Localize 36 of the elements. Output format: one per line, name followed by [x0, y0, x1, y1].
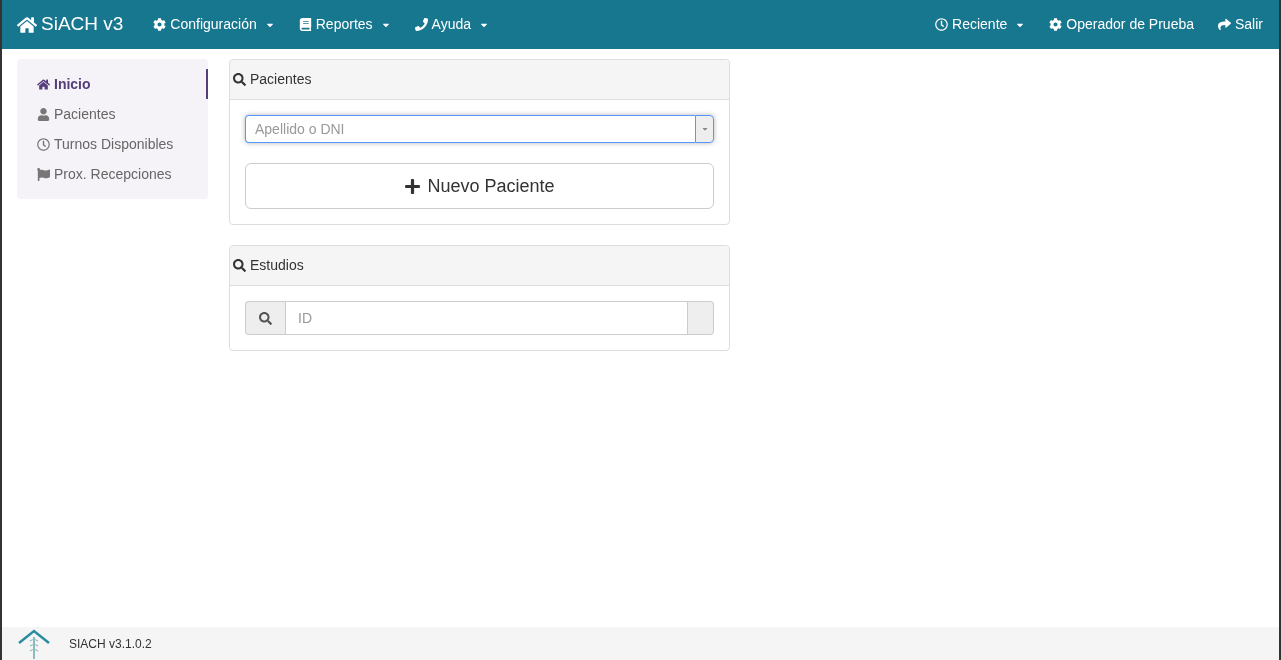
book-icon	[298, 18, 312, 31]
dropdown-toggle[interactable]	[695, 115, 714, 143]
sidebar-item[interactable]: Inicio	[17, 69, 208, 99]
nav-menu-item[interactable]: Operador de Prueba	[1037, 0, 1206, 49]
home-icon	[17, 14, 37, 35]
nav-menu-item[interactable]: Configuración	[141, 0, 287, 49]
house-caduceus-logo-icon	[17, 628, 51, 659]
panel-title: Estudios	[250, 256, 304, 275]
nav-menu-item[interactable]: Ayuda	[402, 0, 501, 49]
flag-icon	[37, 167, 50, 181]
home-icon	[37, 77, 50, 91]
clock-icon	[37, 137, 50, 151]
search-icon	[233, 259, 246, 272]
search-icon	[233, 73, 246, 86]
nav-menu-item[interactable]: Salir	[1206, 0, 1275, 49]
gear-icon	[1049, 18, 1063, 31]
nav-menu-item[interactable]: Reciente	[923, 0, 1038, 49]
user-icon	[37, 107, 50, 121]
phone-icon	[414, 18, 428, 31]
nav-menu-item[interactable]: Reportes	[286, 0, 403, 49]
sidebar-item[interactable]: Turnos Disponibles	[17, 129, 208, 159]
brand-link[interactable]: SiACH v3	[2, 0, 142, 49]
id-search-field[interactable]: ID	[285, 301, 688, 335]
input-addon	[688, 301, 714, 335]
share-arrow-icon	[1218, 18, 1231, 31]
clock-icon	[935, 18, 949, 31]
sidebar-item[interactable]: Pacientes	[17, 99, 208, 129]
caret-icon	[700, 125, 709, 133]
plus-icon	[404, 177, 422, 195]
new-patient-button[interactable]: Nuevo Paciente	[245, 163, 714, 209]
panel-title: Pacientes	[250, 70, 312, 89]
gear-icon	[153, 18, 167, 31]
search-icon	[259, 311, 272, 325]
patient-search-field[interactable]: Apellido o DNI	[245, 115, 695, 143]
version-text: SIACH v3.1.0.2	[69, 635, 152, 653]
sidebar-item[interactable]: Prox. Recepciones	[17, 159, 208, 189]
